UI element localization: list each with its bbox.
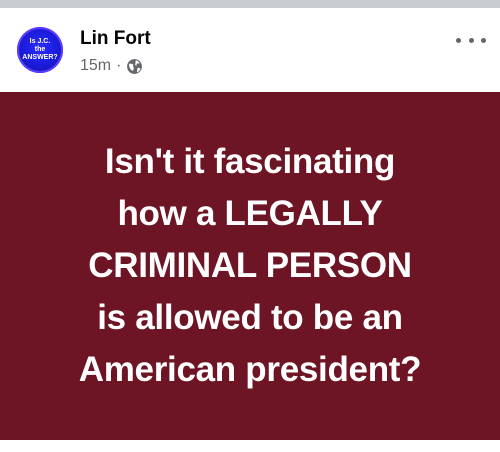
avatar-text-line: the [34, 46, 46, 53]
more-dot [468, 37, 474, 43]
meta-separator: · [116, 57, 122, 74]
post-footer-space [0, 440, 500, 452]
post-timestamp[interactable]: 15m [80, 57, 111, 75]
author-name[interactable]: Lin Fort [80, 28, 151, 50]
post-body-line: American president? [78, 350, 422, 389]
post-header: Is J.C. the ANSWER? Lin Fort 15m · [0, 8, 500, 92]
feed-divider [0, 0, 500, 8]
post-body-line: is allowed to be an [97, 298, 403, 337]
avatar-text-line: ANSWER? [22, 54, 58, 61]
post-meta: 15m · [80, 57, 143, 75]
post-text-card[interactable]: Isn't it fascinating how a LEGALLY CRIMI… [0, 92, 500, 440]
post-body-line: CRIMINAL PERSON [88, 246, 412, 285]
post-body-line: Isn't it fascinating [104, 142, 396, 181]
more-dot [456, 37, 461, 43]
post-body: Isn't it fascinating how a LEGALLY CRIMI… [63, 136, 437, 396]
more-dot [481, 37, 486, 43]
post-body-line: how a LEGALLY [117, 194, 383, 233]
globe-icon[interactable] [126, 58, 143, 75]
avatar-text-line: Is J.C. [29, 38, 51, 45]
more-options-icon[interactable] [456, 33, 486, 47]
avatar[interactable]: Is J.C. the ANSWER? [17, 27, 63, 73]
